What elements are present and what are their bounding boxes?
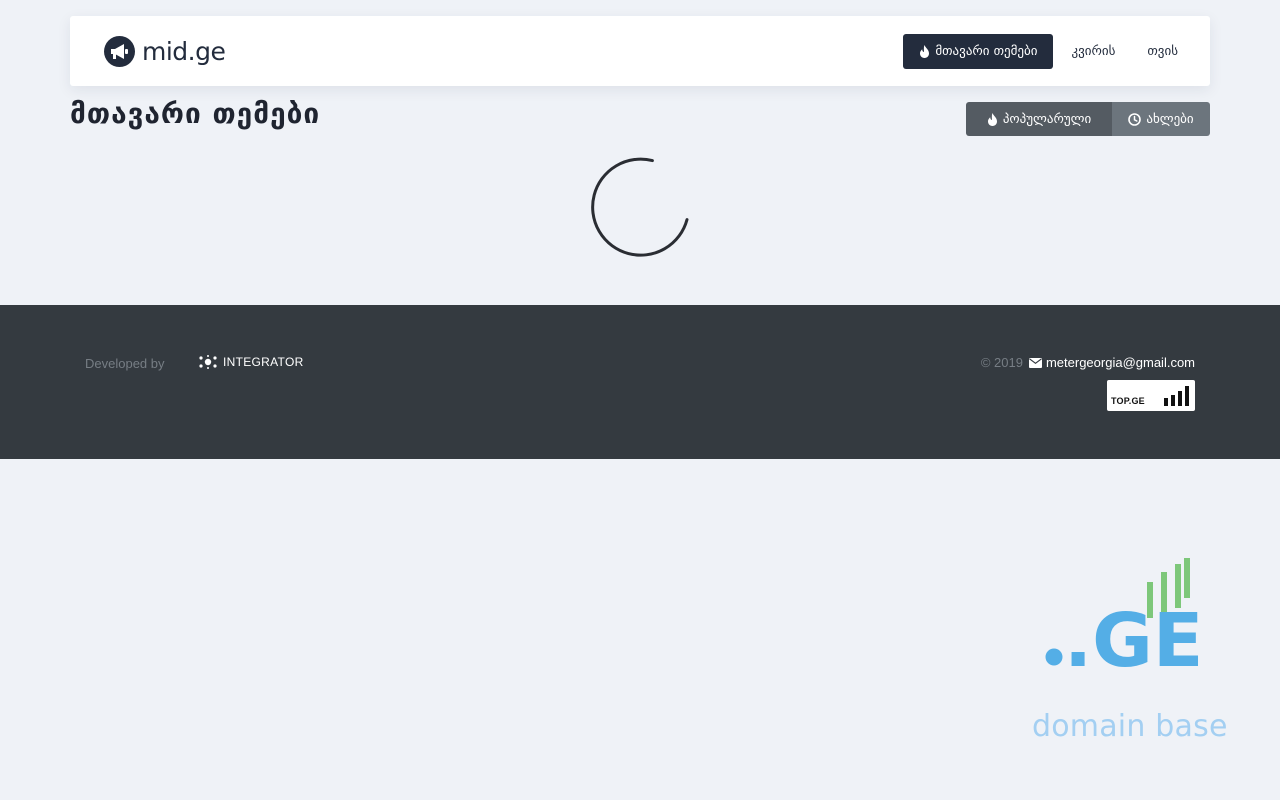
fire-icon xyxy=(920,45,930,58)
nav-monthly[interactable]: თვის xyxy=(1131,34,1194,69)
sort-new-button[interactable]: ახლები xyxy=(1112,102,1210,136)
nav-monthly-label: თვის xyxy=(1147,44,1178,59)
page-title: მთავარი თემები xyxy=(70,97,321,130)
top-ge-counter-badge[interactable]: TOP.GE xyxy=(1107,380,1195,411)
top-ge-label: TOP.GE xyxy=(1111,396,1145,406)
top-navbar: mid.ge მთავარი თემები კვირის თვის xyxy=(70,16,1210,86)
fire-icon xyxy=(987,112,997,126)
brand-logo[interactable]: mid.ge xyxy=(104,34,226,68)
clock-icon xyxy=(1128,112,1142,126)
ge-domain-logo: .GE xyxy=(1045,558,1203,684)
sort-popular-label: პოპულარული xyxy=(1002,111,1092,127)
nav-weekly[interactable]: კვირის xyxy=(1055,34,1131,69)
developed-by-label: Developed by xyxy=(85,356,165,371)
nav-main-topics-label: მთავარი თემები xyxy=(935,44,1038,59)
email-address: metergeorgia@gmail.com xyxy=(1045,355,1195,370)
brand-name: mid.ge xyxy=(142,36,226,66)
signal-bars-icon xyxy=(1164,386,1189,406)
svg-text:.GE: .GE xyxy=(1064,598,1203,672)
sort-popular-button[interactable]: პოპულარული xyxy=(966,102,1112,136)
copyright-text: © 2019 xyxy=(980,355,1023,370)
nav-weekly-label: კვირის xyxy=(1071,44,1116,59)
domain-base-banner[interactable]: .GE domain base xyxy=(1028,552,1228,752)
main-nav: მთავარი თემები კვირის თვის xyxy=(903,34,1194,69)
integrator-logo-icon xyxy=(199,355,217,369)
domain-base-text: domain base xyxy=(1032,709,1228,744)
nav-main-topics[interactable]: მთავარი თემები xyxy=(903,34,1054,69)
loading-spinner xyxy=(591,157,689,257)
email-link[interactable]: metergeorgia@gmail.com xyxy=(1028,355,1195,370)
site-footer: Developed by INTEGRATOR © 2019 metergeor… xyxy=(0,305,1280,459)
megaphone-icon xyxy=(104,35,135,67)
envelope-icon xyxy=(1028,357,1042,368)
integrator-logo-link[interactable]: INTEGRATOR xyxy=(198,355,304,369)
footer-contact: © 2019 metergeorgia@gmail.com xyxy=(981,355,1195,370)
sort-button-group: პოპულარული ახლები xyxy=(966,102,1210,136)
integrator-logo-text: INTEGRATOR xyxy=(223,355,304,369)
sort-new-label: ახლები xyxy=(1146,111,1194,127)
